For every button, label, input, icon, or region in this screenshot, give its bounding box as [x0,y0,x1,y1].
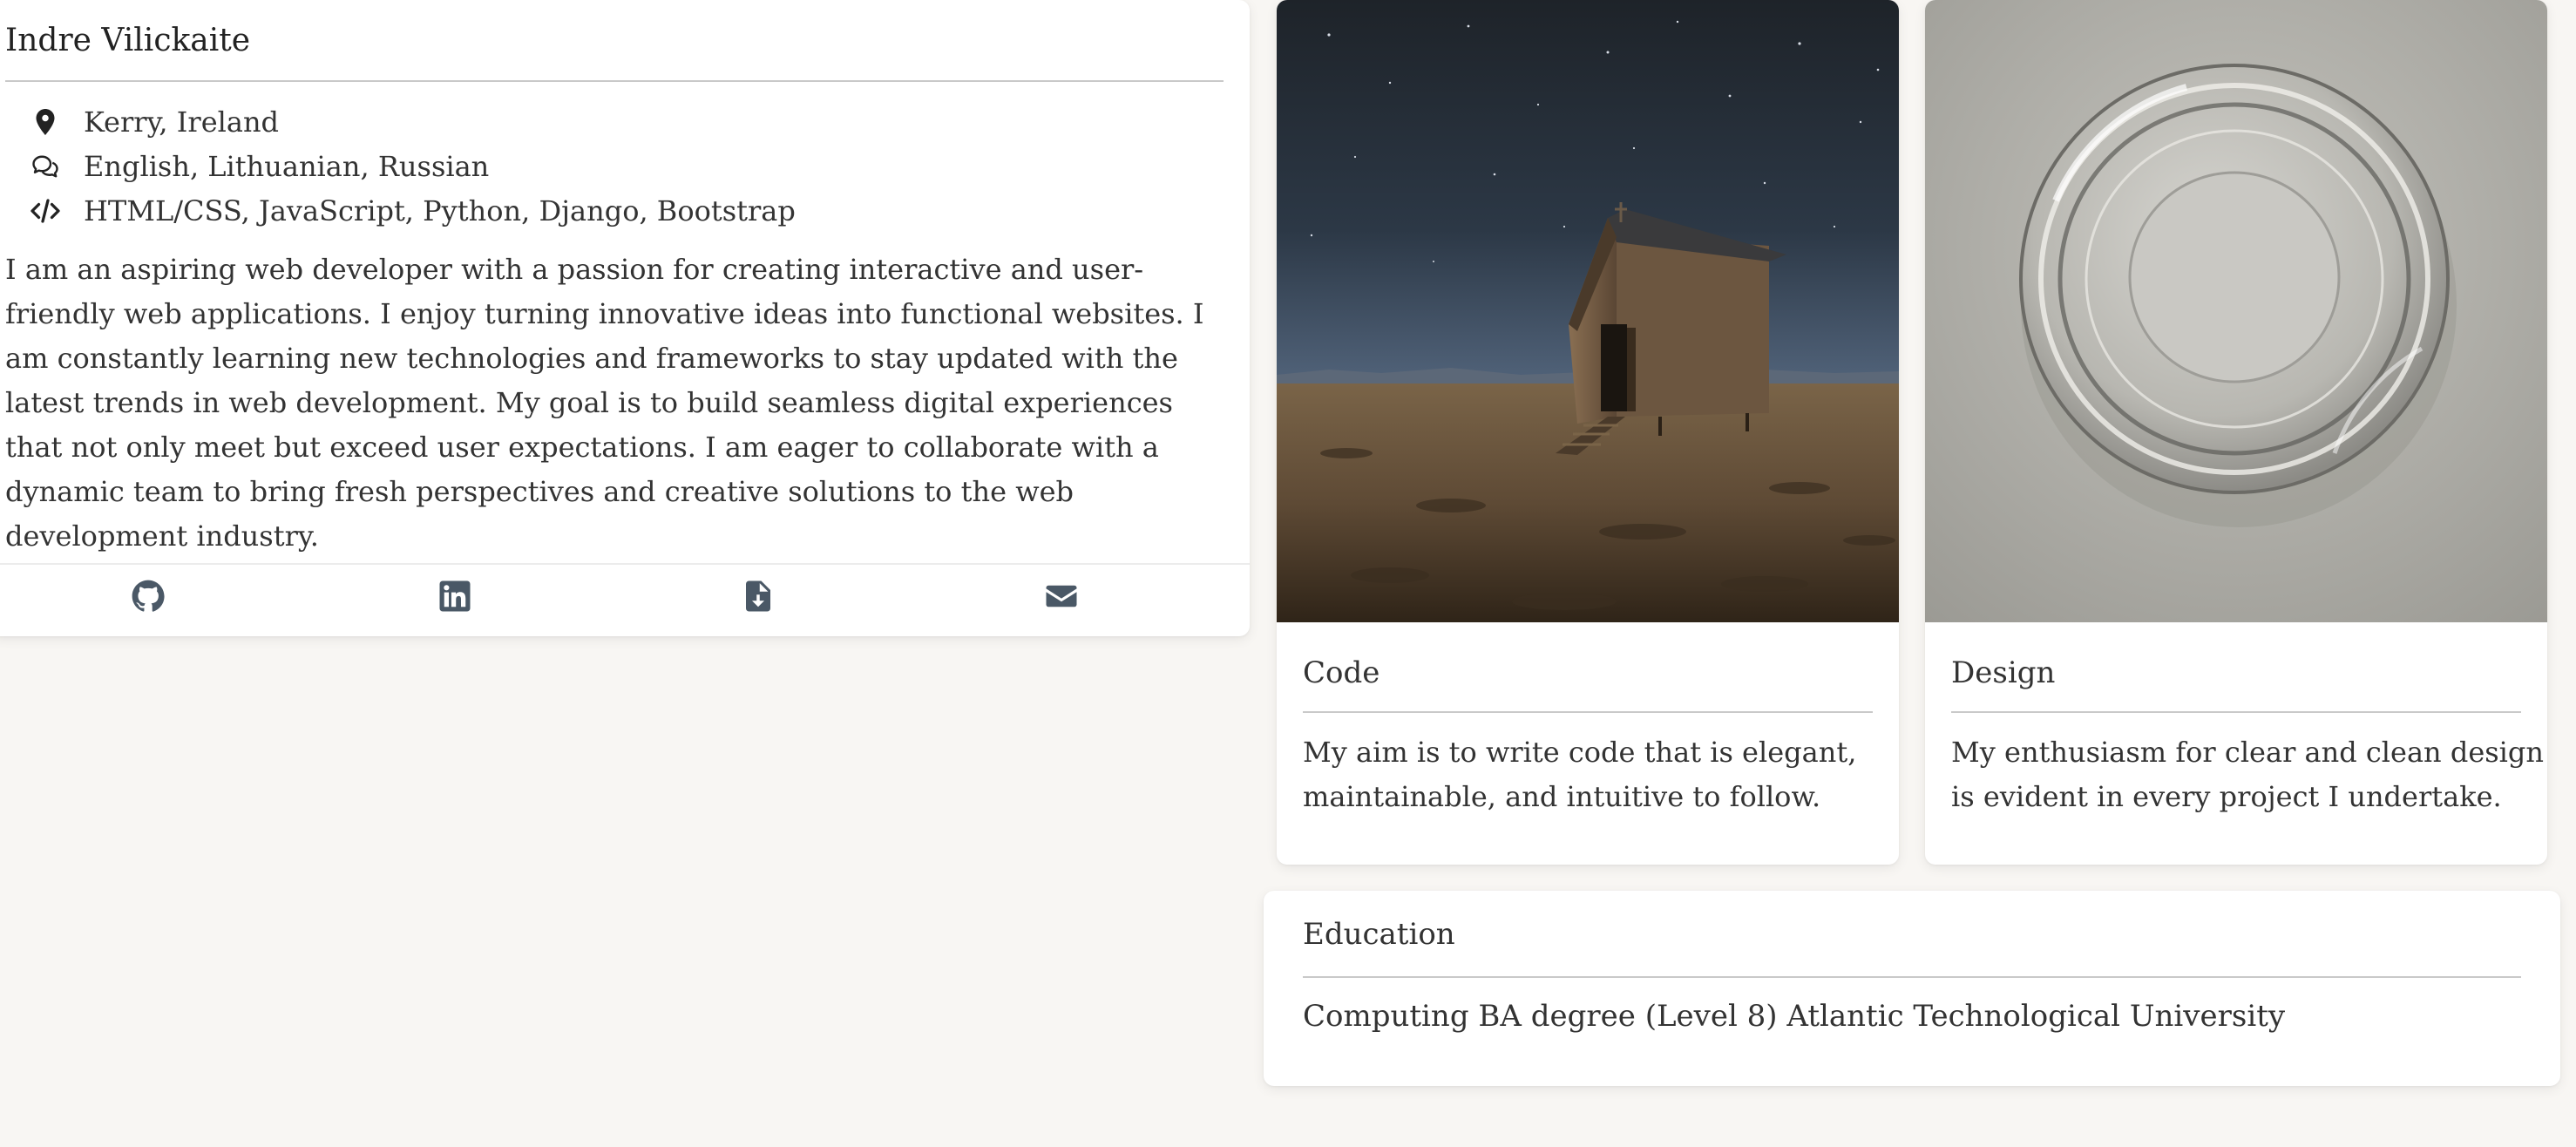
divider [1951,711,2521,713]
languages-row: English, Lithuanian, Russian [28,145,489,188]
file-download-icon [740,578,776,618]
design-card-title: Design [1951,655,2056,690]
code-brackets-icon [28,193,63,228]
divider [1303,711,1873,713]
profile-card: Indre Vilickaite Kerry, Ireland English,… [0,0,1250,636]
resume-download-link[interactable] [737,577,779,619]
code-card: Code My aim is to write code that is ele… [1277,0,1899,865]
profile-name: Indre Vilickaite [5,23,251,58]
cabin-photo [1277,0,1899,622]
education-title: Education [1303,917,1455,952]
design-card-text: My enthusiasm for clear and clean design… [1951,736,2544,813]
code-card-text: My aim is to write code that is elegant,… [1303,736,1857,813]
location-text: Kerry, Ireland [84,105,280,139]
email-link[interactable] [1041,577,1082,619]
design-card: Design My enthusiasm for clear and clean… [1925,0,2547,865]
education-card: Education Computing BA degree (Level 8) … [1264,891,2560,1086]
github-link[interactable] [127,577,169,619]
skills-text: HTML/CSS, JavaScript, Python, Django, Bo… [84,194,796,227]
linkedin-icon [437,578,473,618]
envelope-icon [1043,578,1080,618]
education-text: Computing BA degree (Level 8) Atlantic T… [1303,999,2286,1034]
map-pin-icon [28,105,63,139]
github-icon [130,578,166,618]
languages-text: English, Lithuanian, Russian [84,150,490,183]
glass-dish-photo [1925,0,2547,622]
divider [1303,976,2521,978]
code-card-title: Code [1303,655,1380,690]
linkedin-link[interactable] [434,577,476,619]
bio-text: I am an aspiring web developer with a pa… [5,253,1204,553]
skills-row: HTML/CSS, JavaScript, Python, Django, Bo… [28,189,796,233]
divider [5,80,1224,82]
chat-bubbles-icon [28,149,63,184]
location-row: Kerry, Ireland [28,100,279,144]
footer-divider [0,563,1250,565]
